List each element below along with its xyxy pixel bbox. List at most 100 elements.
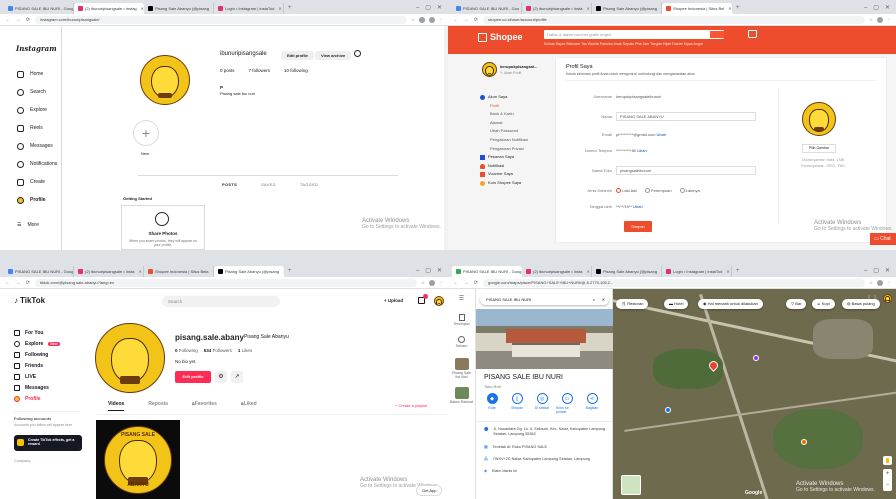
- browser-tab[interactable]: Shopee Indonesia | Situs Bel ✕: [662, 3, 732, 14]
- nav-search[interactable]: Search: [17, 83, 61, 101]
- chip-bars[interactable]: ▽ Bar: [786, 299, 807, 309]
- nav-reels[interactable]: Reels: [17, 119, 61, 137]
- claim-business-row[interactable]: ◈ Klaim bisnis ini: [484, 469, 609, 474]
- menu-my-account[interactable]: Akun Saya: [480, 93, 528, 102]
- menu-notif-settings[interactable]: Pengaturan Notifikasi: [490, 136, 528, 145]
- menu-orders[interactable]: Pesanan Saya: [480, 153, 528, 162]
- reload-icon[interactable]: ⟳: [25, 17, 31, 23]
- nav-explore[interactable]: Explore: [17, 101, 61, 119]
- nav-home[interactable]: Home: [17, 65, 61, 83]
- nav-explore[interactable]: Explore New: [14, 338, 88, 349]
- browser-tab[interactable]: (2) ibunuripisangsale • Insta ✕: [522, 266, 592, 277]
- map-poi-icon[interactable]: [801, 439, 807, 445]
- menu-address[interactable]: Alamat: [490, 119, 528, 128]
- tab-videos[interactable]: Videos: [108, 401, 125, 411]
- url-field[interactable]: instagram.com/ibunuripisangsale/: [35, 15, 408, 24]
- close-tab-icon[interactable]: ✕: [138, 269, 141, 274]
- minimize-icon[interactable]: –: [864, 2, 867, 14]
- search-input[interactable]: Search: [162, 296, 280, 307]
- nearby-button[interactable]: ◎ Di sekitar: [531, 393, 553, 414]
- user-avatar-icon[interactable]: [877, 279, 883, 286]
- user-avatar-icon[interactable]: [877, 16, 883, 23]
- url-field[interactable]: google.com/maps/place/PISANG+SALE+IBU+NU…: [483, 278, 866, 287]
- chip-things-to-do[interactable]: ◉ Hal menarik untuk dilakukan: [698, 299, 763, 309]
- edit-profile-link[interactable]: ✎ Ubah Profil: [500, 71, 521, 75]
- tab-favorites[interactable]: 🔒︎Favorites: [192, 401, 217, 411]
- tab-reposts[interactable]: Reposts: [148, 401, 168, 411]
- nav-profile[interactable]: Profile: [14, 393, 88, 404]
- forward-icon[interactable]: →: [15, 17, 21, 23]
- effects-banner[interactable]: Create TikTok effects, get a reward: [14, 434, 82, 451]
- store-name-input[interactable]: pisangsaleibunuri: [616, 166, 756, 175]
- nav-following[interactable]: Following: [14, 349, 88, 360]
- url-field[interactable]: tiktok.com/@pisang.sale.abanyu?lang=en: [35, 278, 418, 287]
- menu-coins[interactable]: Koin Shopee Saya: [480, 179, 528, 188]
- nav-create[interactable]: Create: [17, 173, 61, 191]
- edit-profile-button[interactable]: Edit profile: [281, 51, 314, 60]
- zoom-in-button[interactable]: +: [883, 469, 892, 480]
- account-avatar[interactable]: [883, 294, 892, 303]
- back-icon[interactable]: ←: [5, 280, 11, 286]
- gender-female-radio[interactable]: Perempuan: [644, 188, 672, 194]
- browser-tab[interactable]: PISANG SALE IBU NURI - Goog✕: [4, 266, 74, 277]
- nav-messages[interactable]: Messages: [17, 137, 61, 155]
- plus-code-row[interactable]: ⁂ 7WXV+2C Natar, Kabupaten Lampung Selata…: [484, 457, 609, 462]
- place-category[interactable]: Toko Roti: [484, 384, 501, 389]
- following-count[interactable]: 10 following: [284, 68, 308, 73]
- nav-friends[interactable]: Friends: [14, 360, 88, 371]
- user-avatar-icon[interactable]: [429, 279, 435, 286]
- following-stat[interactable]: 0 Following: [175, 348, 198, 353]
- rail-recent[interactable]: Terbaru: [448, 336, 475, 348]
- browser-tab[interactable]: (2) ibunuripisangsale • Insta ✕: [522, 3, 592, 14]
- chip-takeout[interactable]: ◍ Bawa pulang: [842, 299, 880, 309]
- bookmark-star-icon[interactable]: ☆: [869, 280, 873, 285]
- create-playlist-link[interactable]: + Create a playlist: [395, 403, 427, 408]
- maximize-icon[interactable]: ▢: [425, 2, 431, 14]
- browser-tab[interactable]: Pisang Sale Abanyu (@pisang✕: [144, 3, 214, 14]
- menu-dots-icon[interactable]: ⋮: [887, 280, 891, 285]
- bookmark-star-icon[interactable]: ☆: [411, 17, 415, 22]
- chip-coffee[interactable]: ☕︎ Kopi: [812, 299, 835, 309]
- browser-tab[interactable]: Shopee Indonesia | Situs Bela✕: [144, 266, 214, 277]
- tab-posts[interactable]: POSTS: [222, 182, 237, 187]
- user-avatar-icon[interactable]: [429, 16, 435, 23]
- browser-tab[interactable]: Pisang Sale Abanyu (@pisang✕: [592, 3, 662, 14]
- nav-live[interactable]: LIVE: [14, 371, 88, 382]
- extension-icon[interactable]: [419, 16, 425, 23]
- menu-notifications[interactable]: Notifikasi: [480, 162, 528, 171]
- name-input[interactable]: PISANG SALE ABANYU: [616, 112, 756, 121]
- bookmark-star-icon[interactable]: ☆: [421, 280, 425, 285]
- new-tab-icon[interactable]: +: [284, 3, 296, 14]
- close-tab-icon[interactable]: ✕: [586, 6, 589, 11]
- directions-button[interactable]: ◆ Rute: [481, 393, 503, 414]
- header-avatar[interactable]: [434, 296, 444, 306]
- reload-icon[interactable]: ⟳: [473, 280, 479, 286]
- menu-vouchers[interactable]: Voucher Saya: [480, 170, 528, 179]
- nav-for-you[interactable]: For You: [14, 327, 88, 338]
- close-window-icon[interactable]: ✕: [885, 265, 890, 277]
- upload-button[interactable]: + Upload: [384, 298, 403, 303]
- url-field[interactable]: shopee.co.id/user/account/profile: [483, 15, 866, 24]
- close-icon[interactable]: ✕: [602, 294, 605, 305]
- close-window-icon[interactable]: ✕: [437, 265, 442, 277]
- browser-tab[interactable]: PISANG SALE IBU NURI - Goog✕: [452, 266, 522, 277]
- profile-avatar[interactable]: [95, 323, 165, 393]
- settings-button[interactable]: ⚙: [215, 371, 227, 383]
- followers-stat[interactable]: 534 Followers: [204, 348, 232, 353]
- video-thumbnail[interactable]: PISANG SALE ABANYU: [96, 420, 180, 499]
- search-button[interactable]: [710, 31, 724, 38]
- tiktok-logo[interactable]: ♪ TikTok: [14, 296, 45, 305]
- browser-tab[interactable]: Pisang Sale Abanyu (@pisang✕: [592, 266, 662, 277]
- change-dob-link[interactable]: Ubah: [633, 204, 643, 209]
- close-tab-icon[interactable]: ✕: [586, 269, 589, 274]
- menu-password[interactable]: Ubah Password: [490, 127, 528, 136]
- forward-icon[interactable]: →: [463, 280, 469, 286]
- rail-place-2[interactable]: Bakso Rahmat: [448, 387, 475, 404]
- new-highlight-button[interactable]: +: [133, 120, 159, 146]
- map-poi-icon[interactable]: [665, 407, 671, 413]
- pick-image-button[interactable]: Pilih Gambar: [802, 144, 836, 153]
- share-button[interactable]: ↗: [231, 371, 243, 383]
- save-button[interactable]: Simpan: [624, 221, 652, 232]
- maximize-icon[interactable]: ▢: [873, 265, 879, 277]
- forward-icon[interactable]: →: [463, 17, 469, 23]
